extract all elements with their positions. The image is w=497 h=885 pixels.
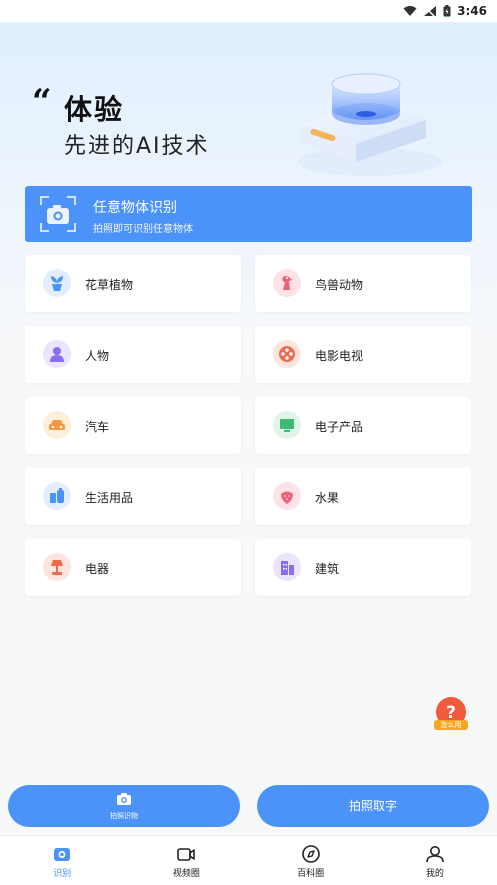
tab-mine[interactable]: 我的	[373, 836, 497, 885]
lamp-icon	[43, 553, 71, 581]
category-label: 人物	[85, 349, 110, 363]
category-label: 电器	[85, 562, 110, 576]
user-icon	[426, 846, 444, 863]
category-fruit[interactable]: 水果	[255, 468, 471, 525]
wifi-icon	[403, 6, 417, 16]
person-icon	[43, 340, 71, 368]
signal-icon	[424, 6, 437, 17]
category-appliances[interactable]: 电器	[25, 539, 241, 596]
plant-icon	[43, 269, 71, 297]
category-label: 建筑	[315, 562, 340, 576]
category-plants[interactable]: 花草植物	[25, 255, 241, 312]
photo-identify-button[interactable]: 拍照识物	[8, 785, 240, 827]
status-time: 3:46	[457, 4, 487, 18]
photo-text-extract-button[interactable]: 拍照取字	[257, 785, 489, 827]
daily-goods-icon	[43, 482, 71, 510]
category-label: 电子产品	[315, 420, 364, 434]
tab-label: 我的	[425, 869, 444, 879]
category-film[interactable]: 电影电视	[255, 326, 471, 383]
car-icon	[43, 411, 71, 439]
camera-icon	[117, 793, 131, 805]
ai-device-illustration	[298, 73, 442, 176]
strawberry-icon	[273, 482, 301, 510]
banner-title: 任意物体识别	[93, 200, 177, 216]
tab-video-circle[interactable]: 视频圈	[124, 836, 248, 885]
quote-mark: “	[32, 82, 52, 122]
compass-icon	[301, 845, 320, 863]
object-recognition-banner[interactable]: 任意物体识别 拍照即可识别任意物体	[25, 186, 472, 242]
tab-label: 视频圈	[172, 869, 200, 879]
animal-icon	[273, 269, 301, 297]
category-buildings[interactable]: 建筑	[255, 539, 471, 596]
film-reel-icon	[273, 340, 301, 368]
tab-identify[interactable]: 识别	[0, 836, 124, 885]
banner-description: 拍照即可识别任意物体	[93, 224, 193, 235]
building-icon	[273, 553, 301, 581]
how-to-use-label: 怎么用	[440, 721, 462, 729]
category-label: 汽车	[85, 420, 110, 434]
category-electronics[interactable]: 电子产品	[255, 397, 471, 454]
battery-icon	[443, 5, 451, 17]
tab-encyclopedia-circle[interactable]: 百科圈	[249, 836, 373, 885]
tab-label: 百科圈	[297, 869, 325, 879]
how-to-use-button[interactable]: ? 怎么用	[431, 696, 471, 734]
category-cars[interactable]: 汽车	[25, 397, 241, 454]
camera-icon	[54, 848, 71, 861]
category-label: 生活用品	[85, 491, 134, 505]
category-label: 花草植物	[85, 278, 134, 292]
category-daily-goods[interactable]: 生活用品	[25, 468, 241, 525]
category-label: 电影电视	[315, 349, 364, 363]
category-animals[interactable]: 鸟兽动物	[255, 255, 471, 312]
hero-title: 体验	[64, 93, 125, 126]
video-icon	[177, 848, 196, 861]
camera-scan-icon	[40, 196, 76, 232]
category-label: 鸟兽动物	[315, 278, 364, 292]
monitor-icon	[273, 411, 301, 439]
bottom-tab-bar: 识别 视频圈 百科圈 我的	[0, 835, 497, 885]
hero-subtitle: 先进的AI技术	[64, 134, 210, 159]
photo-identify-label: 拍照识物	[110, 812, 138, 820]
category-label: 水果	[315, 491, 340, 505]
tab-label: 识别	[53, 869, 72, 879]
photo-text-extract-label: 拍照取字	[348, 799, 397, 813]
status-bar: 3:46	[0, 0, 497, 22]
category-people[interactable]: 人物	[25, 326, 241, 383]
